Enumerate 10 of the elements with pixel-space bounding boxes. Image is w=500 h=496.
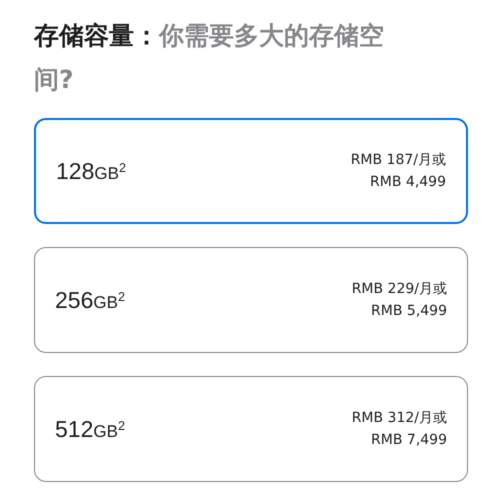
storage-option[interactable]: 256GB$^{2}$ RMB 229/月或 RMB 5,499 [34, 247, 468, 353]
storage-option[interactable]: 128GB$^{2}$ RMB 187/月或 RMB 4,499 [34, 118, 468, 224]
capacity-label: 512GB$^{2}$ [55, 414, 126, 444]
storage-option[interactable]: 512GB$^{2}$ RMB 312/月或 RMB 7,499 [34, 376, 468, 482]
price-text: RMB 229/月或 RMB 5,499 [352, 280, 447, 321]
price-text: RMB 312/月或 RMB 7,499 [352, 409, 447, 450]
capacity-label: 128GB$^{2}$ [56, 156, 126, 186]
capacity-label: 256GB$^{2}$ [55, 286, 126, 315]
price-text: RMB 187/月或 RMB 4,499 [350, 151, 446, 192]
section-heading: 存储容量：你需要多大的存储空间? [34, 20, 385, 96]
